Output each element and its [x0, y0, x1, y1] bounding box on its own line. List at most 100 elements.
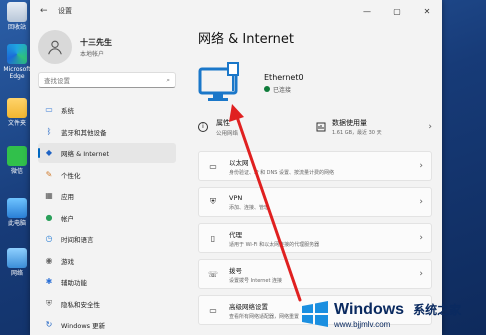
- this-pc-icon: [7, 198, 27, 218]
- card-title: 以太网: [229, 158, 249, 167]
- bluetooth-icon: ᛒ: [46, 126, 52, 136]
- sidebar-item-label: 个性化: [61, 171, 81, 180]
- settings-card-proxy[interactable]: ▯ 代理 适用于 Wi-Fi 和以太网连接的代理服务器 ›: [198, 223, 432, 253]
- clock-icon: ◷: [45, 234, 53, 243]
- search-icon: ⌕: [166, 75, 170, 84]
- desktop-icon-label: 网络: [10, 270, 23, 277]
- info-icon: i: [198, 122, 208, 132]
- page-title: 网络 & Internet: [198, 32, 295, 47]
- sidebar-item-label: 隐私和安全性: [61, 300, 100, 309]
- settings-card-ethernet[interactable]: ▭ 以太网 身份验证、IP 和 DNS 设置、按流量计费的网络 ›: [198, 151, 432, 181]
- vpn-shield-icon: ⛨: [210, 197, 216, 206]
- sidebar-item-gaming[interactable]: ◉ 游戏: [38, 251, 176, 271]
- shield-icon: ⛨: [46, 298, 52, 308]
- profile-account: 本地帐户: [80, 50, 105, 58]
- wechat-icon: [7, 146, 27, 166]
- desktop-icon-label: Microsoft Edge: [3, 66, 31, 80]
- search-input[interactable]: 查找设置 ⌕: [38, 72, 176, 88]
- sidebar-item-label: 系统: [61, 107, 74, 115]
- adapter-name: Ethernet0: [264, 72, 304, 82]
- adapter-summary-row: i 属性 公用网络 数据使用量 1.61 GB，最近 30 天 ›: [198, 111, 432, 143]
- desktop-icon-edge[interactable]: Microsoft Edge: [2, 44, 32, 80]
- data-usage-link[interactable]: 数据使用量 1.61 GB，最近 30 天 ›: [316, 118, 432, 136]
- monitor-network-icon: [198, 62, 239, 101]
- desktop-icon-folder[interactable]: 文件夹: [2, 98, 32, 127]
- sidebar: 十三先生 本地帐户 查找设置 ⌕ ▭ 系统 ᛒ 蓝牙和其他设备 ◆ 网络 & I…: [30, 22, 182, 335]
- system-icon: ▭: [45, 105, 53, 114]
- game-icon: ◉: [45, 255, 53, 265]
- chevron-right-icon: ›: [419, 233, 423, 243]
- desktop-icon-recycle-bin[interactable]: 回收站: [2, 2, 32, 31]
- sidebar-item-label: 网络 & Internet: [61, 150, 110, 158]
- desktop-icon-label: 微信: [10, 168, 23, 175]
- watermark-cn: 系统之家: [413, 303, 462, 317]
- sidebar-item-label: 应用: [61, 193, 74, 201]
- sidebar-item-time-language[interactable]: ◷ 时间和语言: [38, 229, 176, 249]
- desktop-icon-label: 文件夹: [7, 120, 26, 127]
- windows-logo-icon: [302, 301, 328, 327]
- properties-sub: 公用网络: [216, 130, 239, 137]
- search-placeholder: 查找设置: [44, 77, 70, 85]
- sidebar-item-personalization[interactable]: ✎ 个性化: [38, 165, 176, 185]
- connected-status-icon: [264, 86, 270, 92]
- profile[interactable]: 十三先生 本地帐户: [38, 30, 176, 64]
- folder-icon: [7, 98, 27, 118]
- desktop-icon-this-pc[interactable]: 此电脑: [2, 198, 32, 227]
- desktop-icon-wechat[interactable]: 微信: [2, 146, 32, 175]
- properties-title: 属性: [216, 118, 230, 127]
- watermark: Windows 系统之家 www.bjjmlv.com: [300, 297, 480, 331]
- data-usage-icon: [316, 122, 326, 132]
- back-arrow-icon[interactable]: ←: [40, 6, 58, 16]
- desktop-icon-network[interactable]: 网络: [2, 248, 32, 277]
- chevron-right-icon: ›: [419, 161, 423, 171]
- ethernet-icon: ▭: [209, 161, 217, 171]
- data-usage-sub: 1.61 GB，最近 30 天: [332, 130, 382, 136]
- sidebar-item-network[interactable]: ◆ 网络 & Internet: [38, 143, 176, 163]
- edge-icon: [7, 44, 27, 64]
- sidebar-item-apps[interactable]: ▦ 应用: [38, 186, 176, 206]
- close-button[interactable]: ✕: [412, 0, 442, 22]
- brush-icon: ✎: [45, 169, 53, 179]
- window-title: 设置: [58, 7, 72, 15]
- card-title: 代理: [229, 230, 242, 239]
- card-sub: 添加、连接、管理: [229, 204, 270, 211]
- sidebar-item-accessibility[interactable]: ✱ 辅助功能: [38, 272, 176, 292]
- sidebar-item-label: 蓝牙和其他设备: [61, 128, 107, 137]
- adapter-header: Ethernet0 已连接: [198, 57, 432, 109]
- sidebar-item-label: 帐户: [61, 214, 74, 223]
- sidebar-item-windows-update[interactable]: ↻ Windows 更新: [38, 315, 176, 335]
- settings-card-vpn[interactable]: ⛨ VPN 添加、连接、管理 ›: [198, 187, 432, 217]
- sidebar-item-label: 游戏: [61, 257, 74, 266]
- sidebar-item-accounts[interactable]: ● 帐户: [38, 208, 176, 228]
- desktop-icon-label: 此电脑: [7, 220, 26, 227]
- sidebar-item-label: 辅助功能: [61, 279, 87, 287]
- desktop-icon-label: 回收站: [7, 24, 26, 31]
- minimize-button[interactable]: —: [352, 0, 382, 22]
- sidebar-item-privacy[interactable]: ⛨ 隐私和安全性: [38, 294, 176, 314]
- user-icon: [48, 40, 62, 55]
- card-title: 拨号: [229, 266, 242, 275]
- title-bar: ← 设置 — ▢ ✕: [30, 0, 442, 22]
- account-icon: ●: [45, 212, 53, 222]
- adapter-status-text: 已连接: [273, 86, 292, 94]
- proxy-icon: ▯: [210, 233, 216, 243]
- main-content: 网络 & Internet Ethernet0 已连接 i 属性 公用网络 数据…: [190, 22, 442, 335]
- sidebar-item-bluetooth[interactable]: ᛒ 蓝牙和其他设备: [38, 122, 176, 142]
- sidebar-item-system[interactable]: ▭ 系统: [38, 100, 176, 120]
- network-icon: [7, 248, 27, 268]
- profile-name: 十三先生: [80, 37, 112, 47]
- chevron-right-icon: ›: [419, 197, 423, 207]
- properties-link[interactable]: i 属性 公用网络: [198, 118, 316, 137]
- apps-icon: ▦: [45, 191, 53, 200]
- data-usage-title: 数据使用量: [332, 119, 367, 127]
- sidebar-item-label: Windows 更新: [61, 322, 106, 330]
- adapter-status: 已连接: [264, 85, 304, 94]
- avatar: [38, 30, 72, 64]
- chevron-right-icon: ›: [419, 269, 423, 279]
- maximize-button[interactable]: ▢: [382, 0, 412, 22]
- settings-card-dialup[interactable]: ☏ 拨号 设置拨号 Internet 连接 ›: [198, 259, 432, 289]
- recycle-bin-icon: [7, 2, 27, 22]
- advanced-network-icon: ▭: [209, 305, 217, 315]
- accessibility-icon: ✱: [45, 277, 53, 286]
- card-sub: 身份验证、IP 和 DNS 设置、按流量计费的网络: [229, 169, 335, 176]
